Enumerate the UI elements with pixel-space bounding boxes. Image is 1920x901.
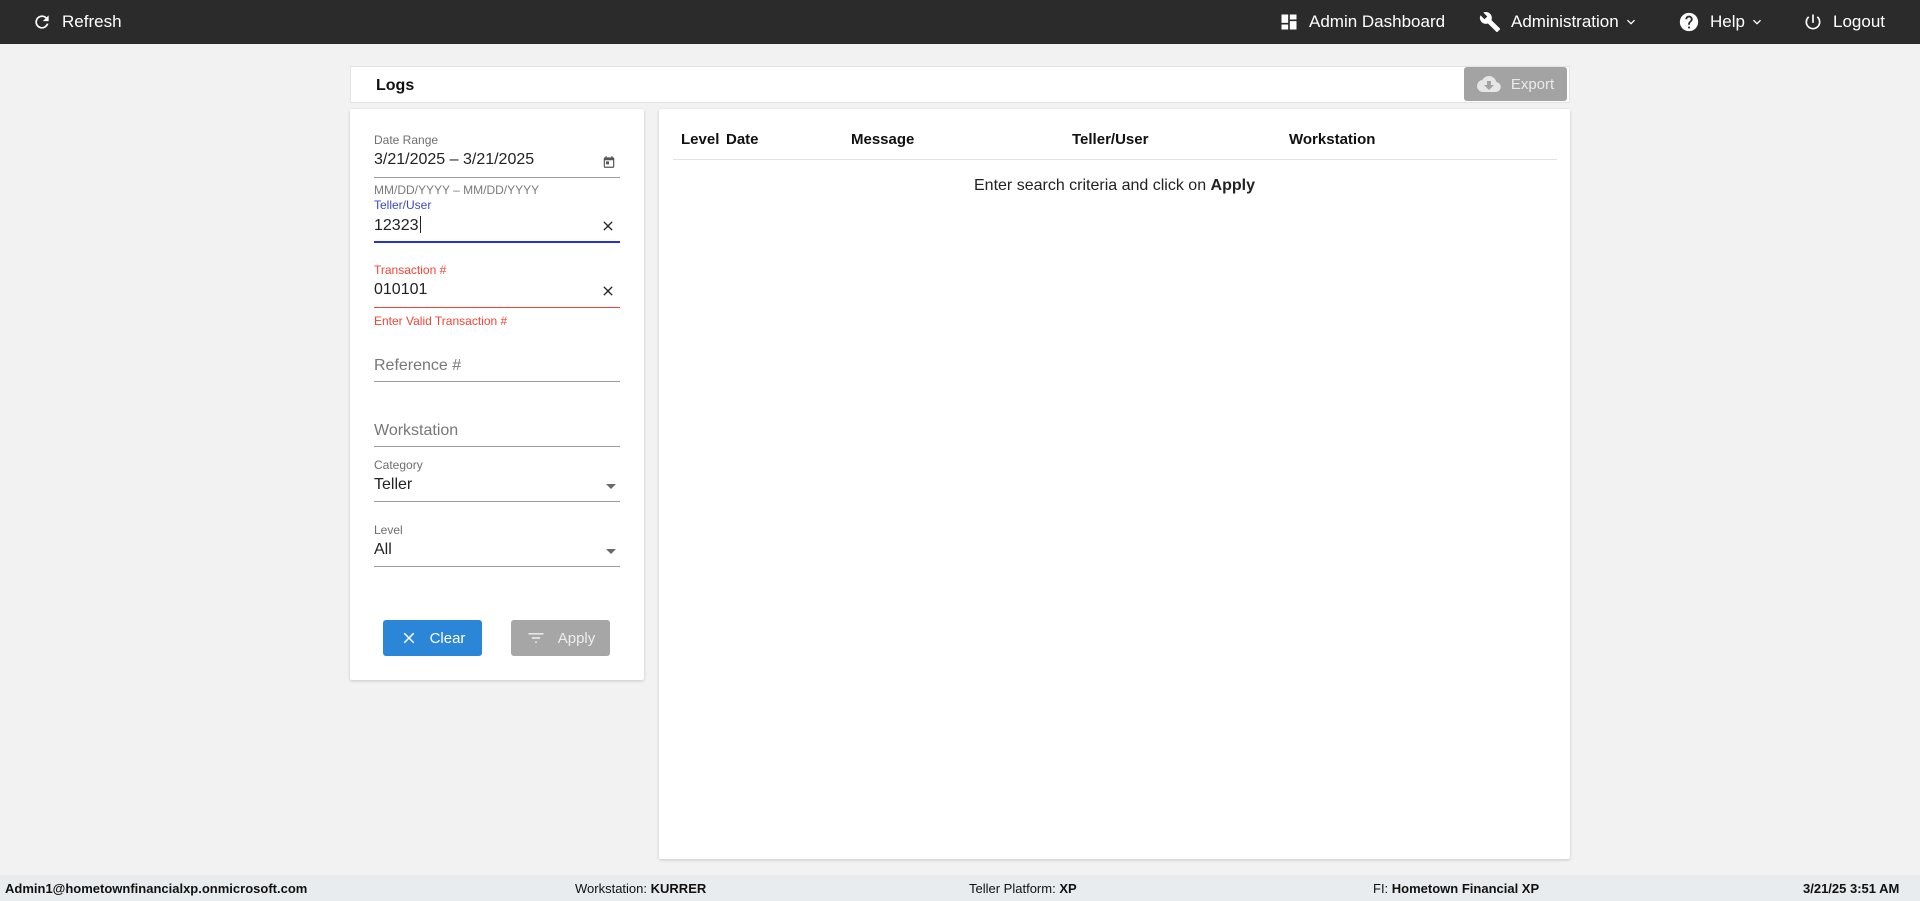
help-icon	[1678, 11, 1700, 33]
transaction-underline	[374, 307, 620, 308]
date-range-field[interactable]: Date Range 3/21/2025 – 3/21/2025 MM/DD/Y…	[374, 133, 620, 203]
workstation-underline	[374, 446, 620, 447]
empty-state-message: Enter search criteria and click on Apply	[659, 177, 1570, 195]
logs-header: Logs	[350, 66, 1570, 103]
refresh-icon	[32, 12, 52, 32]
logout-label: Logout	[1833, 12, 1885, 31]
results-panel: Level Date Message Teller/User Workstati…	[659, 109, 1570, 859]
refresh-label: Refresh	[62, 12, 122, 31]
teller-user-label: Teller/User	[374, 198, 432, 212]
column-header-workstation[interactable]: Workstation	[1289, 131, 1375, 148]
status-workstation: Workstation: KURRER	[575, 881, 707, 896]
column-header-message[interactable]: Message	[851, 131, 914, 148]
transaction-input[interactable]: 010101	[374, 281, 427, 299]
wrench-icon	[1479, 11, 1501, 33]
level-label: Level	[374, 523, 403, 537]
admin-dashboard-link[interactable]: Admin Dashboard	[1279, 0, 1445, 44]
reference-input[interactable]: Reference #	[374, 357, 461, 375]
export-label: Export	[1510, 75, 1555, 93]
help-menu[interactable]: Help	[1678, 0, 1765, 44]
transaction-error: Enter Valid Transaction #	[374, 314, 508, 328]
status-user: Admin1@hometownfinancialxp.onmicrosoft.c…	[5, 881, 308, 896]
workstation-field[interactable]: Workstation	[374, 414, 620, 447]
admin-dashboard-label: Admin Dashboard	[1309, 12, 1446, 31]
date-range-underline	[374, 177, 620, 178]
close-icon[interactable]	[600, 218, 616, 234]
transaction-label: Transaction #	[374, 263, 447, 277]
close-icon	[400, 629, 430, 647]
date-range-label: Date Range	[374, 133, 439, 147]
dashboard-icon	[1279, 12, 1299, 32]
status-fi: FI: Hometown Financial XP	[1373, 881, 1540, 896]
category-underline	[374, 501, 620, 502]
teller-user-field[interactable]: Teller/User 12323	[374, 198, 620, 254]
column-header-teller-user[interactable]: Teller/User	[1072, 131, 1148, 148]
filter-icon	[526, 628, 558, 648]
refresh-button[interactable]: Refresh	[32, 0, 122, 44]
header-divider	[673, 159, 1557, 160]
transaction-field[interactable]: Transaction # 010101 Enter Valid Transac…	[374, 263, 620, 333]
help-label: Help	[1710, 12, 1745, 31]
status-datetime: 3/21/25 3:51 AM	[1803, 881, 1900, 896]
close-icon[interactable]	[600, 283, 616, 299]
level-underline	[374, 566, 620, 567]
level-select[interactable]: Level All	[374, 523, 620, 579]
apply-label: Apply	[557, 629, 596, 647]
reference-field[interactable]: Reference #	[374, 349, 620, 382]
administration-label: Administration	[1511, 12, 1619, 31]
cloud-download-icon	[1476, 72, 1511, 96]
clear-button[interactable]: Clear	[383, 620, 482, 656]
date-range-hint: MM/DD/YYYY – MM/DD/YYYY	[374, 183, 540, 197]
logout-button[interactable]: Logout	[1803, 0, 1885, 44]
top-navigation-bar: Refresh Admin Dashboard Administration H…	[0, 0, 1920, 44]
filter-panel: Date Range 3/21/2025 – 3/21/2025 MM/DD/Y…	[350, 109, 644, 680]
level-value[interactable]: All	[374, 541, 392, 559]
status-bar: Admin1@hometownfinancialxp.onmicrosoft.c…	[0, 875, 1920, 901]
calendar-icon[interactable]	[602, 155, 616, 169]
workstation-input[interactable]: Workstation	[374, 422, 458, 440]
column-header-date[interactable]: Date	[726, 131, 759, 148]
clear-label: Clear	[429, 629, 466, 647]
apply-button[interactable]: Apply	[511, 620, 610, 656]
export-button[interactable]: Export	[1464, 67, 1567, 101]
chevron-down-icon	[1749, 14, 1765, 30]
teller-user-input[interactable]: 12323	[374, 216, 421, 235]
power-icon	[1803, 12, 1823, 32]
reference-underline	[374, 381, 620, 382]
category-select[interactable]: Category Teller	[374, 458, 620, 514]
chevron-down-icon	[1623, 14, 1639, 30]
administration-menu[interactable]: Administration	[1479, 0, 1639, 44]
category-label: Category	[374, 458, 423, 472]
dropdown-arrow-icon[interactable]	[606, 484, 616, 489]
status-teller-platform: Teller Platform: XP	[969, 881, 1077, 896]
column-header-level[interactable]: Level	[681, 131, 719, 148]
teller-user-underline	[374, 241, 620, 243]
empty-state-text: Enter search criteria and click on	[974, 177, 1211, 194]
date-range-value[interactable]: 3/21/2025 – 3/21/2025	[374, 151, 534, 169]
page-title: Logs	[376, 77, 415, 94]
dropdown-arrow-icon[interactable]	[606, 549, 616, 554]
empty-state-action: Apply	[1210, 177, 1255, 194]
category-value[interactable]: Teller	[374, 476, 412, 494]
